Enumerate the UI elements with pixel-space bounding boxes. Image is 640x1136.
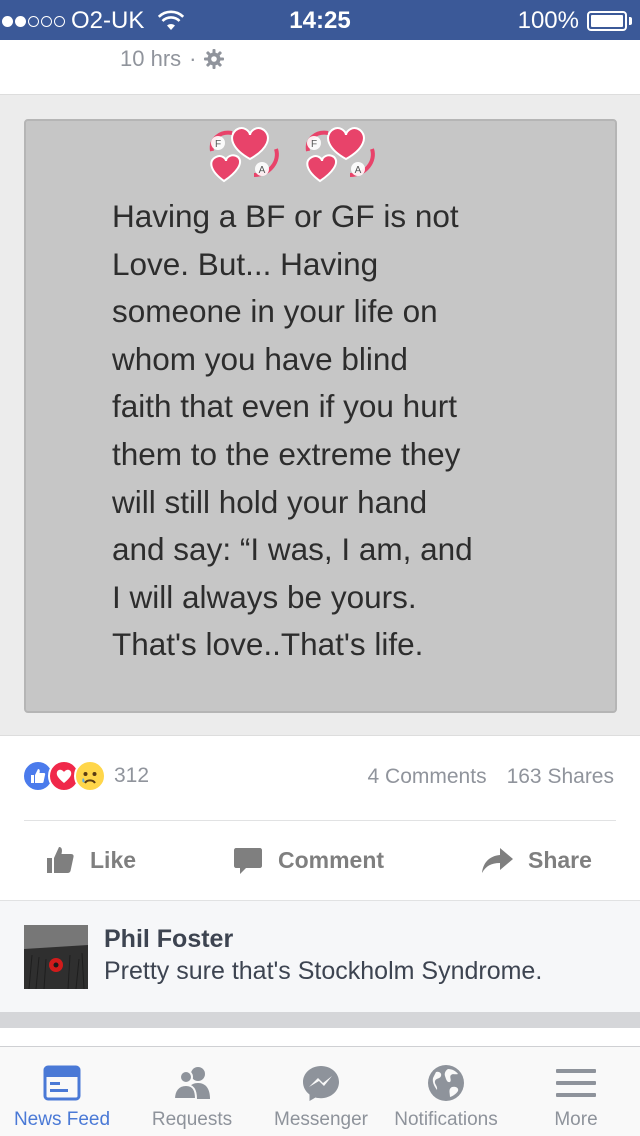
- post-stats: 312 4 Comments 163 Shares: [0, 760, 640, 800]
- tab-news-feed[interactable]: News Feed: [0, 1047, 124, 1136]
- battery-group: 100%: [518, 7, 632, 35]
- share-arrow-icon: [482, 848, 513, 873]
- reactions-summary[interactable]: 312: [22, 760, 149, 792]
- battery-icon: [587, 11, 627, 31]
- like-label: Like: [90, 846, 137, 873]
- post-meta: 10 hrs ·: [120, 46, 225, 72]
- globe-icon: [428, 1065, 464, 1101]
- post-image[interactable]: F A F A Having a BF or GF is not Love. B…: [0, 94, 640, 736]
- tab-bar: News Feed Requests Messenger Notificatio…: [0, 1046, 640, 1136]
- tab-messenger[interactable]: Messenger: [260, 1047, 382, 1136]
- post-timestamp[interactable]: 10 hrs: [120, 46, 181, 72]
- messenger-icon: [303, 1066, 339, 1101]
- comment-author[interactable]: Phil Foster: [104, 925, 233, 954]
- sad-reaction-icon: [74, 760, 106, 792]
- tab-label: Messenger: [274, 1109, 368, 1130]
- quote-card: F A F A Having a BF or GF is not Love. B…: [24, 119, 617, 713]
- comment-button[interactable]: Comment: [232, 838, 384, 882]
- shares-count[interactable]: 163 Shares: [507, 765, 614, 789]
- svg-text:F: F: [215, 139, 221, 150]
- battery-percentage: 100%: [517, 7, 579, 34]
- tab-label: News Feed: [13, 1109, 111, 1130]
- news-feed-icon: [43, 1065, 81, 1101]
- status-bar: O2-UK 14:25 100%: [0, 0, 640, 40]
- share-button[interactable]: Share: [480, 838, 592, 882]
- post-actions: Like Comment Share: [0, 838, 640, 884]
- like-button[interactable]: Like: [44, 838, 136, 882]
- svg-text:A: A: [355, 165, 362, 176]
- divider: [24, 820, 616, 821]
- tab-notifications[interactable]: Notifications: [384, 1047, 508, 1136]
- thumbs-up-icon: [47, 847, 74, 873]
- svg-text:F: F: [311, 139, 317, 150]
- comment-label: Comment: [278, 846, 385, 873]
- engagement-counts: 4 Comments 163 Shares: [368, 765, 614, 789]
- hearts-icon: F A: [209, 127, 279, 183]
- requests-icon: [172, 1067, 210, 1100]
- hearts-decoration: F A F A: [204, 121, 396, 191]
- tab-more[interactable]: More: [516, 1047, 636, 1136]
- feed-separator: [0, 1012, 640, 1028]
- hearts-icon: F A: [305, 127, 375, 183]
- share-label: Share: [528, 846, 592, 873]
- meta-separator: ·: [189, 46, 197, 71]
- comment-icon: [234, 848, 262, 874]
- gear-icon: [204, 49, 225, 69]
- tab-requests[interactable]: Requests: [130, 1047, 254, 1136]
- svg-text:A: A: [259, 165, 266, 176]
- menu-icon: [556, 1069, 596, 1097]
- reaction-count: 312: [114, 764, 150, 787]
- tab-label: More: [554, 1109, 598, 1130]
- quote-text: Having a BF or GF is not Love. But... Ha…: [112, 198, 473, 663]
- avatar[interactable]: [24, 925, 88, 989]
- comment-preview[interactable]: Phil Foster Pretty sure that's Stockholm…: [0, 900, 640, 1012]
- comments-count[interactable]: 4 Comments: [368, 765, 487, 789]
- comment-text: Pretty sure that's Stockholm Syndrome.: [104, 957, 543, 985]
- tab-label: Requests: [151, 1109, 233, 1130]
- battery-level: [591, 15, 623, 27]
- tab-label: Notifications: [394, 1109, 498, 1130]
